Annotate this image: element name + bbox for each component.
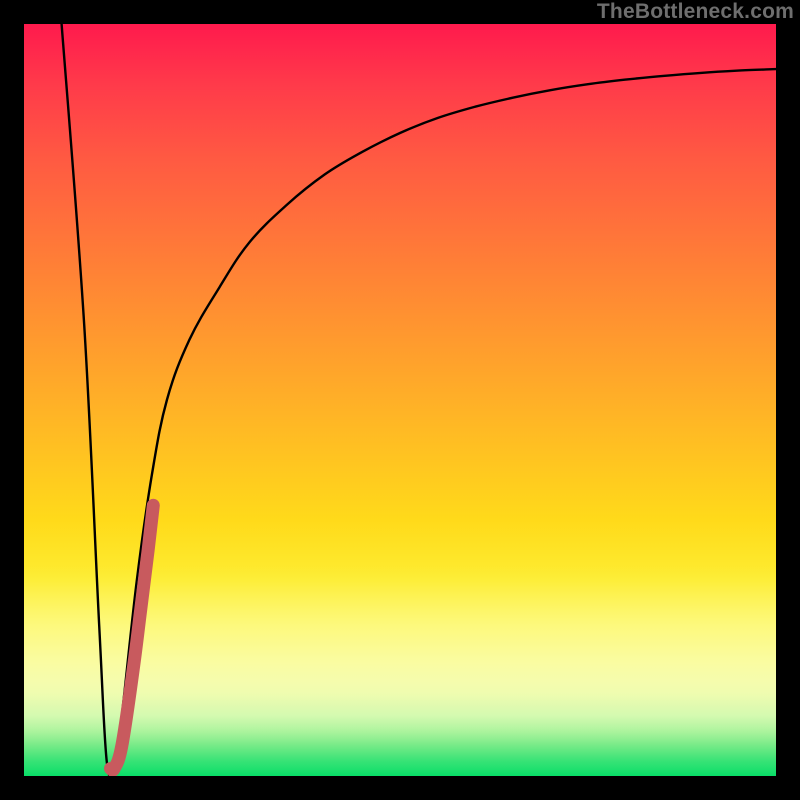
highlight-segment (111, 505, 154, 770)
chart-frame: TheBottleneck.com (0, 0, 800, 800)
watermark-text: TheBottleneck.com (597, 0, 794, 24)
curve-layer (24, 24, 776, 776)
plot-area (24, 24, 776, 776)
bottleneck-curve (62, 24, 776, 776)
